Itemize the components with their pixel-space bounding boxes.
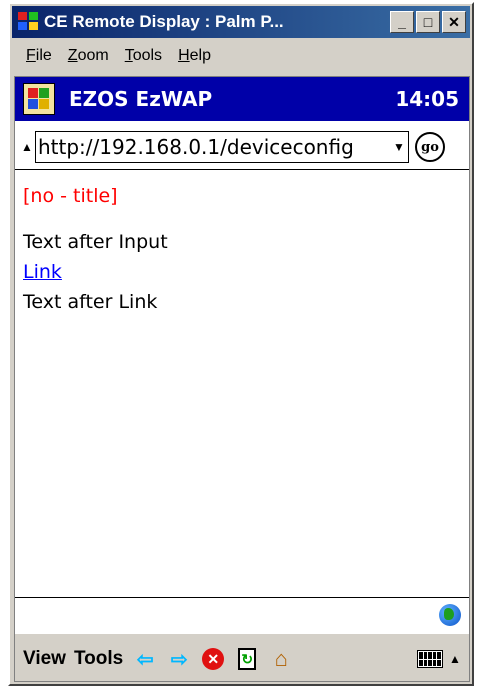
menu-tools[interactable]: Tools: [125, 47, 162, 65]
go-button[interactable]: go: [415, 132, 445, 162]
start-icon[interactable]: [23, 83, 55, 115]
clock[interactable]: 14:05: [395, 87, 459, 111]
ce-navigation-bar: EZOS EzWAP 14:05: [15, 77, 469, 121]
app-icon: [18, 12, 40, 32]
back-arrow-icon[interactable]: ⇦: [133, 647, 157, 671]
command-bar: View Tools ⇦ ⇨ ✕ ↻ ⌂ ▲: [15, 633, 469, 681]
title-bar[interactable]: CE Remote Display : Palm P... _ □ ✕: [12, 6, 470, 38]
input-panel-arrow-icon[interactable]: ▲: [449, 652, 461, 666]
minimize-icon: _: [398, 14, 406, 30]
page-title: [no - title]: [23, 185, 118, 207]
close-icon: ✕: [448, 13, 460, 30]
device-screen: EZOS EzWAP 14:05 ▲ http://192.168.0.1/de…: [14, 76, 470, 682]
refresh-button[interactable]: ↻: [235, 647, 259, 671]
url-text[interactable]: http://192.168.0.1/deviceconfig: [36, 135, 390, 159]
close-button[interactable]: ✕: [442, 11, 466, 33]
stop-icon: ✕: [202, 648, 225, 670]
maximize-icon: □: [423, 14, 433, 30]
text-after-link: Text after Link: [23, 291, 158, 313]
home-icon[interactable]: ⌂: [269, 646, 293, 671]
address-bar: ▲ http://192.168.0.1/deviceconfig ▼ go: [15, 125, 469, 170]
go-label: go: [421, 139, 439, 155]
refresh-icon: ↻: [238, 648, 257, 670]
stop-button[interactable]: ✕: [201, 647, 225, 671]
menu-help[interactable]: Help: [178, 47, 211, 65]
forward-arrow-icon[interactable]: ⇨: [167, 647, 191, 671]
dropdown-arrow-icon[interactable]: ▼: [390, 140, 408, 154]
view-menu[interactable]: View: [23, 648, 66, 670]
app-name: EZOS EzWAP: [69, 87, 213, 111]
remote-display-window: CE Remote Display : Palm P... _ □ ✕ File…: [8, 2, 474, 686]
menu-bar: File Zoom Tools Help: [12, 40, 470, 72]
content-link[interactable]: Link: [23, 261, 62, 283]
maximize-button[interactable]: □: [416, 11, 440, 33]
menu-file[interactable]: File: [26, 47, 52, 65]
globe-icon: [439, 604, 461, 626]
scroll-up-icon[interactable]: ▲: [21, 140, 33, 154]
status-bar: [15, 597, 469, 630]
menu-zoom[interactable]: Zoom: [68, 47, 109, 65]
text-after-input: Text after Input: [23, 231, 168, 253]
page-content: [no - title] Text after Input Link Text …: [23, 181, 461, 317]
minimize-button[interactable]: _: [390, 11, 414, 33]
tools-menu[interactable]: Tools: [74, 648, 123, 670]
keyboard-icon[interactable]: [417, 650, 443, 668]
url-input[interactable]: http://192.168.0.1/deviceconfig ▼: [35, 131, 409, 163]
window-title: CE Remote Display : Palm P...: [44, 12, 284, 31]
